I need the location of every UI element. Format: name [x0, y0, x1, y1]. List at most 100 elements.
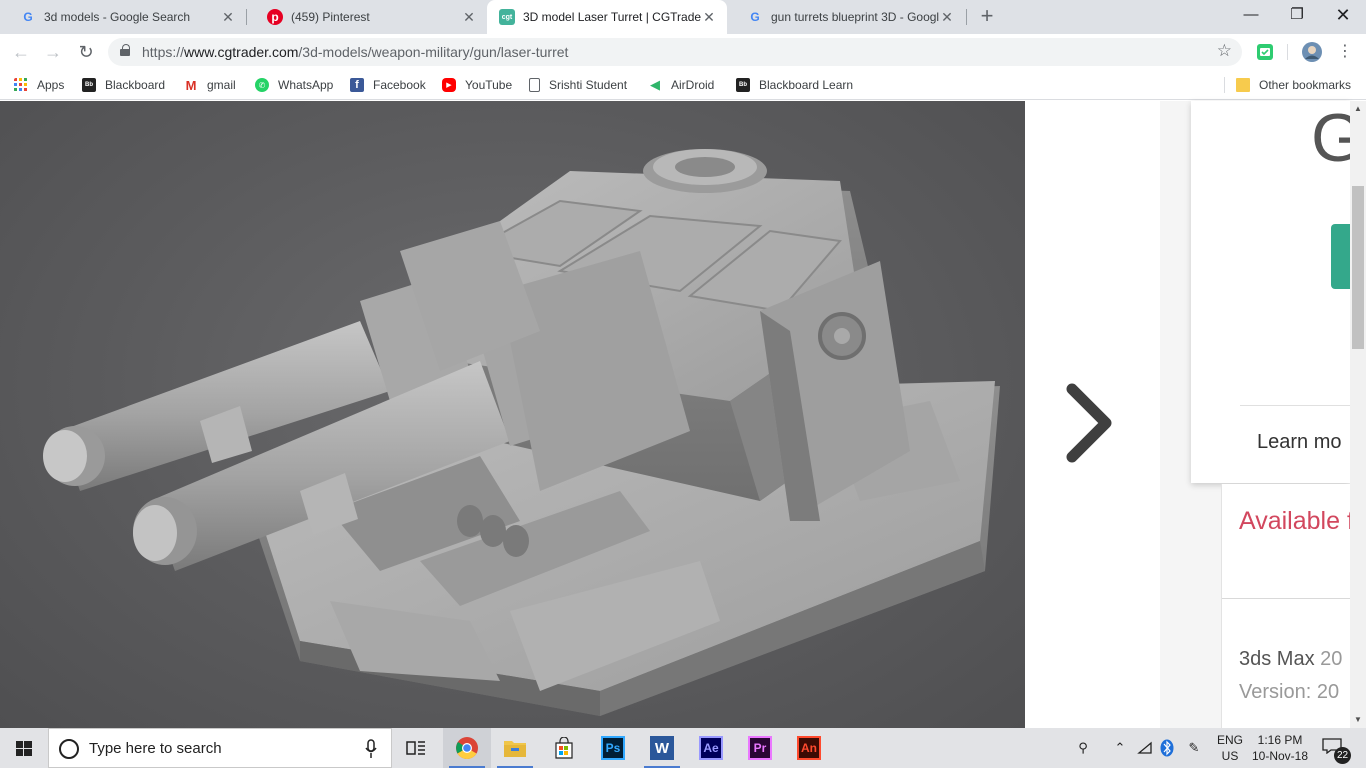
premiere-icon[interactable]: Pr — [736, 728, 784, 768]
bookmark-whatsapp[interactable]: ✆ WhatsApp — [255, 76, 333, 94]
system-clock[interactable]: 1:16 PM 10-Nov-18 — [1248, 732, 1312, 764]
close-tab-icon[interactable]: ✕ — [461, 9, 477, 26]
bookmark-label: WhatsApp — [278, 78, 334, 92]
forward-button[interactable]: → — [40, 39, 66, 65]
bookmark-label: Blackboard — [105, 78, 166, 92]
bookmark-airdroid[interactable]: ◀ AirDroid — [648, 76, 714, 94]
blackboard-icon: Bb — [82, 78, 96, 92]
url-text[interactable]: https://www.cgtrader.com/3d-models/weapo… — [142, 44, 568, 60]
reload-button[interactable]: ↻ — [73, 39, 99, 65]
task-view-icon[interactable] — [392, 728, 440, 768]
animate-icon[interactable]: An — [785, 728, 833, 768]
scroll-up-arrow-icon[interactable]: ▲ — [1350, 101, 1366, 117]
other-bookmarks[interactable]: Other bookmarks — [1236, 76, 1351, 94]
windows-taskbar: Type here to search Ps W Ae Pr An ⚲ ⌃ ✎ … — [0, 728, 1366, 768]
extension-icon[interactable] — [1256, 43, 1274, 61]
google-g-icon: G — [23, 10, 33, 24]
pen-icon[interactable]: ✎ — [1182, 728, 1206, 768]
profile-avatar[interactable] — [1302, 42, 1322, 62]
tab-google-search[interactable]: G 3d models - Google Search ✕ — [0, 0, 246, 34]
taskbar-search-box[interactable]: Type here to search — [48, 728, 392, 768]
bookmarks-divider — [1224, 77, 1225, 93]
lock-icon — [120, 44, 130, 56]
bookmark-label: AirDroid — [671, 78, 715, 92]
formats-card: Available f 3ds Max 20 Version: 20 — [1221, 484, 1350, 728]
menu-kebab-icon[interactable]: ⋮ — [1332, 39, 1358, 65]
bookmark-blackboard[interactable]: Bb Blackboard — [82, 76, 165, 94]
minimize-button[interactable]: — — [1228, 0, 1274, 32]
folder-icon — [1236, 78, 1250, 92]
bookmark-label: Srishti Student — [549, 78, 628, 92]
bookmark-facebook[interactable]: f Facebook — [350, 76, 426, 94]
after-effects-icon[interactable]: Ae — [687, 728, 735, 768]
close-window-button[interactable]: ✕ — [1320, 0, 1366, 32]
tray-chevron-up-icon[interactable]: ⌃ — [1110, 728, 1130, 768]
bookmarks-bar: Apps Bb Blackboard M gmail ✆ WhatsApp f … — [0, 70, 1366, 100]
cgtrader-icon: cgt — [499, 9, 515, 25]
tab-cgtrader[interactable]: cgt 3D model Laser Turret | CGTrader ✕ — [487, 0, 727, 34]
software-name: 3ds Max 20 — [1239, 648, 1343, 670]
cortana-icon — [59, 739, 79, 759]
bookmark-blackboard-learn[interactable]: Bb Blackboard Learn — [736, 76, 853, 94]
bookmark-label: Other bookmarks — [1259, 78, 1352, 92]
restore-button[interactable]: ❐ — [1274, 0, 1320, 32]
close-tab-icon[interactable]: ✕ — [220, 9, 236, 26]
bookmark-apps[interactable]: Apps — [14, 76, 64, 94]
close-tab-icon[interactable]: ✕ — [939, 9, 955, 26]
people-icon[interactable]: ⚲ — [1070, 728, 1096, 768]
learn-more-link[interactable]: Learn mo — [1257, 431, 1342, 454]
bookmark-label: gmail — [207, 78, 236, 92]
scroll-thumb[interactable] — [1352, 186, 1364, 349]
card-divider — [1222, 598, 1350, 599]
tab-separator — [966, 9, 967, 25]
tab-pinterest[interactable]: p (459) Pinterest ✕ — [247, 0, 487, 34]
tab-title: gun turrets blueprint 3D - Googl — [771, 10, 939, 24]
tab-title: (459) Pinterest — [291, 10, 370, 24]
word-icon[interactable]: W — [638, 728, 686, 768]
whatsapp-icon: ✆ — [255, 78, 269, 92]
bookmark-youtube[interactable]: ▶ YouTube — [442, 76, 512, 94]
close-tab-icon[interactable]: ✕ — [701, 9, 717, 26]
wifi-icon[interactable] — [1134, 728, 1156, 768]
airdroid-icon: ◀ — [650, 77, 660, 92]
tab-gun-turrets-search[interactable]: G gun turrets blueprint 3D - Googl ✕ — [727, 0, 965, 34]
google-g-icon: G — [750, 10, 760, 24]
facebook-icon: f — [350, 78, 364, 92]
laser-turret-render — [43, 149, 1000, 716]
tab-title: 3d models - Google Search — [44, 10, 191, 24]
gmail-icon: M — [185, 77, 197, 93]
buy-button[interactable] — [1331, 224, 1350, 289]
photoshop-icon[interactable]: Ps — [589, 728, 637, 768]
new-tab-button[interactable]: + — [976, 4, 998, 28]
youtube-icon: ▶ — [442, 78, 456, 92]
microsoft-store-icon[interactable] — [540, 728, 588, 768]
file-explorer-icon[interactable] — [491, 728, 539, 768]
available-formats-heading: Available f — [1239, 507, 1350, 535]
bookmark-srishti-student[interactable]: Srishti Student — [529, 76, 627, 94]
microphone-icon[interactable] — [365, 739, 377, 759]
card-divider — [1240, 405, 1350, 406]
page-icon — [529, 78, 540, 92]
address-bar[interactable]: https://www.cgtrader.com/3d-models/weapo… — [108, 38, 1242, 66]
next-image-chevron-icon[interactable] — [1066, 383, 1114, 463]
pinterest-icon: p — [267, 9, 283, 25]
bookmark-gmail[interactable]: M gmail — [184, 76, 236, 94]
page-scrollbar[interactable]: ▲ ▼ — [1350, 101, 1366, 728]
back-button[interactable]: ← — [8, 39, 34, 65]
blackboard-icon: Bb — [736, 78, 750, 92]
tab-title: 3D model Laser Turret | CGTrader — [523, 10, 701, 24]
bookmark-star-icon[interactable]: ☆ — [1217, 41, 1232, 61]
windows-start-icon[interactable] — [0, 728, 48, 768]
bookmark-label: YouTube — [465, 78, 513, 92]
toolbar-divider — [1287, 44, 1288, 60]
input-language-indicator[interactable]: ENG US — [1214, 732, 1246, 764]
action-center-icon[interactable]: 22 — [1322, 738, 1351, 764]
chrome-icon[interactable] — [443, 728, 491, 768]
purchase-card: G Learn mo — [1191, 101, 1350, 483]
search-placeholder: Type here to search — [89, 740, 222, 757]
scroll-down-arrow-icon[interactable]: ▼ — [1350, 712, 1366, 728]
notification-count-badge: 22 — [1334, 747, 1351, 764]
browser-toolbar: ← → ↻ https://www.cgtrader.com/3d-models… — [0, 34, 1366, 70]
bluetooth-icon[interactable] — [1158, 728, 1176, 768]
model-image-viewer[interactable] — [0, 101, 1025, 728]
